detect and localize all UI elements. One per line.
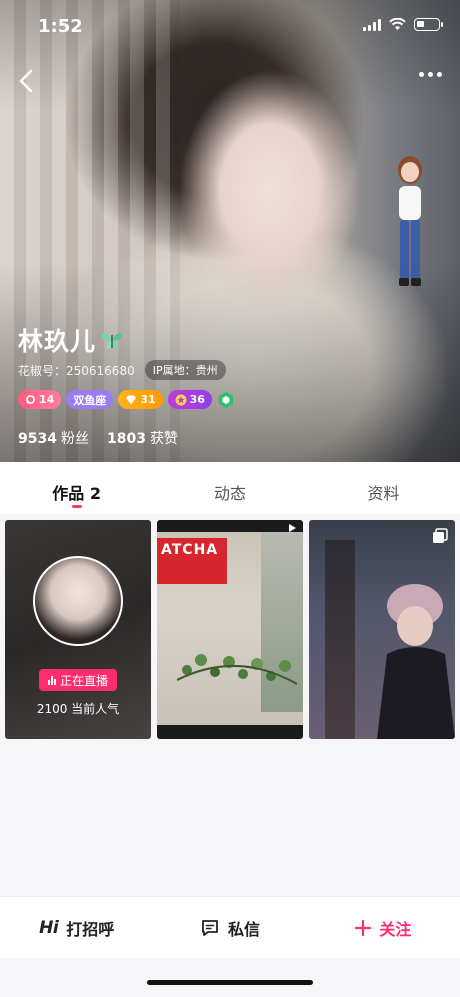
multi-image-icon [433, 528, 448, 543]
video-card[interactable]: ATCHA [157, 520, 303, 739]
message-button[interactable]: 私信 [153, 916, 306, 940]
profile-name: 林玖儿 [18, 327, 97, 356]
status-time: 1:52 [38, 16, 83, 37]
live-bars-icon [47, 675, 56, 685]
door-scene [325, 540, 355, 739]
live-stream-card[interactable]: 正在直播 2100 当前人气 [5, 520, 151, 739]
battery-icon [414, 18, 443, 31]
active-tab-indicator [71, 505, 82, 508]
status-icons [363, 18, 443, 31]
play-icon [289, 524, 296, 532]
star-icon [175, 394, 187, 405]
stats-row: 9534 粉丝 1803 获赞 [18, 428, 178, 448]
id-row: 花椒号：250616680 IP属地：贵州 [18, 360, 226, 380]
live-status-badge: 正在直播 [39, 669, 117, 691]
fans-stat[interactable]: 9534 粉丝 [18, 428, 89, 448]
more-options-button[interactable] [419, 72, 442, 77]
bottom-action-bar: Hi 打招呼 私信 关注 [0, 896, 460, 958]
letterbox-bottom [157, 725, 303, 739]
zodiac-badge: 双鱼座 [66, 390, 114, 409]
tab-moments[interactable]: 动态 [153, 462, 306, 514]
greet-button[interactable]: Hi 打招呼 [0, 916, 153, 940]
home-indicator [147, 980, 313, 985]
ip-location: IP属地：贵州 [144, 360, 226, 380]
hexagon-badge-icon [218, 391, 233, 408]
profile-cover: 1:52 林玖儿 花椒号：250616680 IP属地：贵州 14 双鱼座 31… [0, 0, 460, 462]
signal-icon [363, 18, 381, 31]
letterbox-top [157, 520, 303, 532]
follow-button[interactable]: 关注 [307, 916, 460, 940]
wifi-icon [389, 18, 406, 30]
heart-ring-icon [26, 395, 35, 404]
likes-stat[interactable]: 1803 获赞 [107, 428, 178, 448]
back-button[interactable] [12, 66, 42, 96]
hi-icon: Hi [39, 917, 59, 938]
person-photo [377, 584, 455, 739]
star-level-badge: 36 [167, 390, 212, 409]
tab-works[interactable]: 作品 2 [0, 462, 153, 514]
tab-info[interactable]: 资料 [307, 462, 460, 514]
user-id: 花椒号：250616680 [18, 363, 135, 378]
live-avatar [33, 556, 123, 646]
plant-decoration [177, 654, 297, 685]
profile-tabs: 作品 2 动态 资料 [0, 462, 460, 514]
butterfly-icon [101, 332, 123, 349]
diamond-badge: 31 [118, 390, 163, 409]
message-icon [202, 919, 218, 936]
name-row: 林玖儿 [18, 322, 124, 358]
live-popularity: 2100 当前人气 [36, 702, 120, 716]
diamond-icon [126, 395, 137, 404]
photo-card[interactable] [309, 520, 455, 739]
level-badge: 14 [18, 390, 62, 409]
shop-sign-text: ATCHA [161, 542, 219, 558]
works-grid: 正在直播 2100 当前人气 ATCHA [0, 514, 460, 896]
badge-row: 14 双鱼座 31 36 [18, 390, 235, 409]
plus-icon [355, 919, 372, 936]
